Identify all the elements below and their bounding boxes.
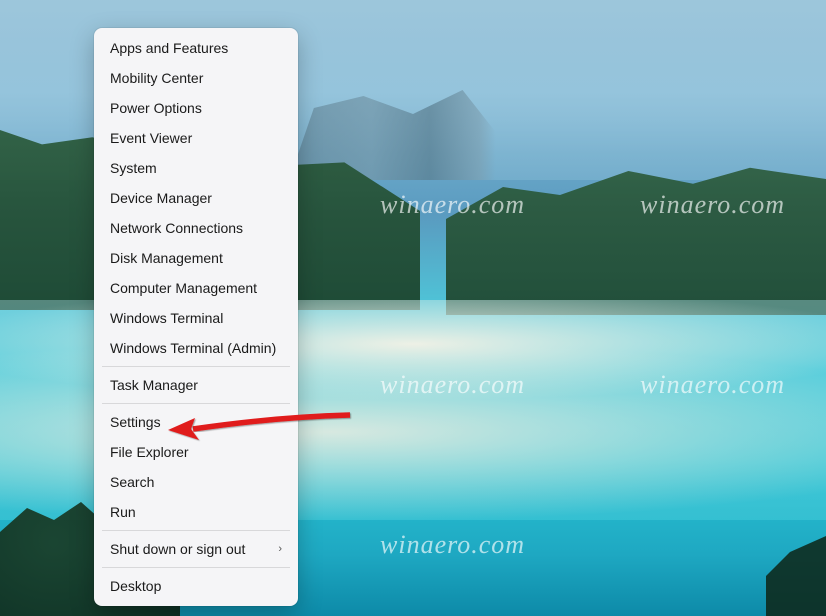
menu-item-settings[interactable]: Settings bbox=[94, 407, 298, 437]
menu-separator bbox=[102, 530, 290, 531]
menu-item-apps-and-features[interactable]: Apps and Features bbox=[94, 33, 298, 63]
menu-item-label: Disk Management bbox=[110, 250, 223, 266]
menu-separator bbox=[102, 403, 290, 404]
menu-item-event-viewer[interactable]: Event Viewer bbox=[94, 123, 298, 153]
menu-item-label: Event Viewer bbox=[110, 130, 192, 146]
menu-item-power-options[interactable]: Power Options bbox=[94, 93, 298, 123]
menu-item-disk-management[interactable]: Disk Management bbox=[94, 243, 298, 273]
menu-item-device-manager[interactable]: Device Manager bbox=[94, 183, 298, 213]
menu-item-file-explorer[interactable]: File Explorer bbox=[94, 437, 298, 467]
menu-item-network-connections[interactable]: Network Connections bbox=[94, 213, 298, 243]
menu-item-label: Power Options bbox=[110, 100, 202, 116]
winx-context-menu: Apps and Features Mobility Center Power Op… bbox=[94, 28, 298, 606]
watermark: winaero.com bbox=[380, 530, 525, 560]
chevron-right-icon: › bbox=[278, 543, 282, 555]
menu-item-label: Settings bbox=[110, 414, 161, 430]
menu-item-label: System bbox=[110, 160, 157, 176]
menu-item-label: File Explorer bbox=[110, 444, 189, 460]
menu-separator bbox=[102, 366, 290, 367]
menu-item-label: Mobility Center bbox=[110, 70, 203, 86]
menu-item-label: Shut down or sign out bbox=[110, 541, 245, 557]
menu-item-label: Task Manager bbox=[110, 377, 198, 393]
menu-item-shut-down-or-sign-out[interactable]: Shut down or sign out › bbox=[94, 534, 298, 564]
menu-item-run[interactable]: Run bbox=[94, 497, 298, 527]
background-trees-right bbox=[766, 536, 826, 616]
menu-item-label: Device Manager bbox=[110, 190, 212, 206]
menu-item-desktop[interactable]: Desktop bbox=[94, 571, 298, 601]
menu-item-label: Windows Terminal (Admin) bbox=[110, 340, 276, 356]
menu-item-windows-terminal[interactable]: Windows Terminal bbox=[94, 303, 298, 333]
menu-item-windows-terminal-admin[interactable]: Windows Terminal (Admin) bbox=[94, 333, 298, 363]
menu-separator bbox=[102, 567, 290, 568]
menu-item-label: Search bbox=[110, 474, 154, 490]
menu-item-label: Apps and Features bbox=[110, 40, 228, 56]
menu-item-label: Computer Management bbox=[110, 280, 257, 296]
menu-item-mobility-center[interactable]: Mobility Center bbox=[94, 63, 298, 93]
menu-item-label: Network Connections bbox=[110, 220, 243, 236]
menu-item-system[interactable]: System bbox=[94, 153, 298, 183]
menu-item-search[interactable]: Search bbox=[94, 467, 298, 497]
menu-item-label: Desktop bbox=[110, 578, 161, 594]
menu-item-computer-management[interactable]: Computer Management bbox=[94, 273, 298, 303]
menu-item-label: Run bbox=[110, 504, 136, 520]
menu-item-task-manager[interactable]: Task Manager bbox=[94, 370, 298, 400]
menu-item-label: Windows Terminal bbox=[110, 310, 223, 326]
